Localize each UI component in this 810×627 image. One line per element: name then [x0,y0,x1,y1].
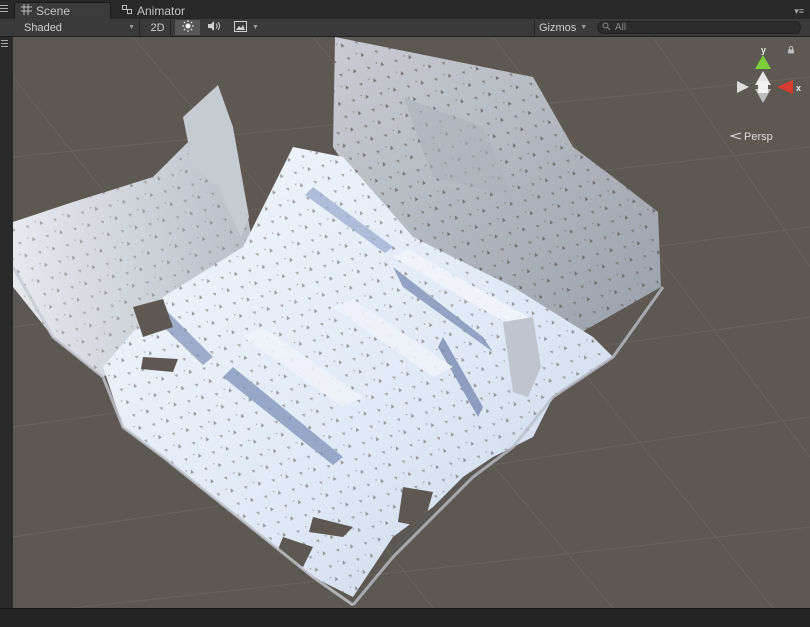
image-icon [234,20,247,35]
gizmo-x-label: x [796,83,801,93]
scene-effects-dropdown[interactable]: ▼ [230,20,264,35]
lock-icon[interactable] [787,46,795,54]
speaker-icon [207,20,221,35]
tab-scene[interactable]: Scene [14,2,111,19]
search-icon [602,22,612,34]
orientation-gizmo[interactable]: y x [723,47,803,122]
bottom-bar [0,608,810,627]
projection-toggle[interactable]: Persp [729,131,773,143]
chevron-down-icon: ▼ [580,24,588,31]
x-axis-cone [777,80,793,94]
scene-lighting-toggle[interactable] [175,20,200,35]
grid-icon [21,4,32,18]
scene-viewport[interactable]: y x Persp [13,37,810,608]
2d-mode-label: 2D [150,21,165,34]
chevron-down-icon: ▼ [252,24,259,31]
tab-animator[interactable]: Animator [116,2,196,19]
scene-search-field[interactable]: All [597,21,801,34]
panel-menu-icon[interactable] [0,5,8,14]
gizmos-label: Gizmos [539,21,577,34]
tab-bar: Scene Animator ▾≡ [0,0,810,20]
animator-icon [122,4,133,18]
left-panel-strip [0,37,14,608]
scene-toolbar: Shaded ▼ 2D ▼ Gizmos ▼ All [0,19,810,37]
panel-menu-icon[interactable] [1,40,8,49]
chevron-down-icon: ▼ [128,24,135,31]
scene-audio-toggle[interactable] [202,20,226,35]
tab-options-menu-icon[interactable]: ▾≡ [794,6,804,17]
gizmos-dropdown[interactable]: Gizmos ▼ [534,20,592,35]
tab-animator-label: Animator [137,3,186,18]
tab-scene-label: Scene [36,4,71,18]
sun-icon [181,20,194,35]
projection-label: Persp [744,131,773,143]
scene-render [13,37,810,608]
2d-mode-toggle[interactable]: 2D [145,20,171,35]
perspective-icon [729,131,742,143]
search-placeholder: All [615,22,627,33]
shading-mode-dropdown[interactable]: Shaded ▼ [18,20,140,35]
y-axis-cone [755,55,771,69]
shading-mode-value: Shaded [24,21,62,34]
gizmo-y-label: y [761,47,766,55]
